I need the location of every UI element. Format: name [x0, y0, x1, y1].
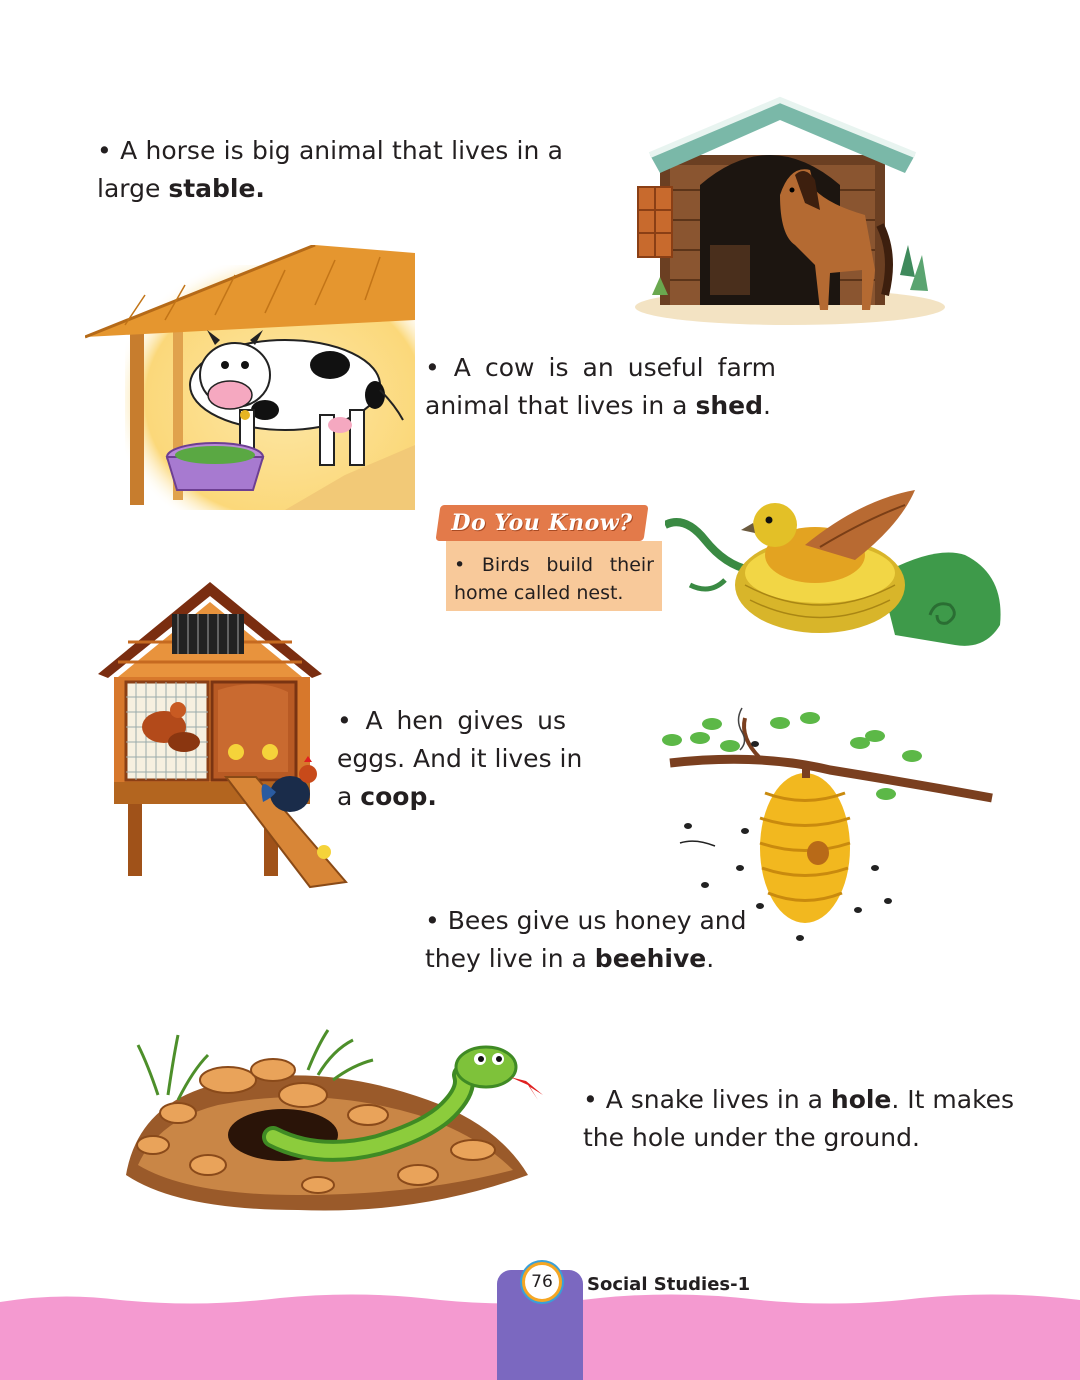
hen-paragraph: • A hen gives us eggs. And it lives in a…: [337, 702, 583, 816]
do-you-know-title: Do You Know?: [435, 505, 649, 541]
do-you-know-box: • Birds build their home called nest.: [446, 541, 662, 611]
hen-line-1: • A hen gives us: [337, 706, 566, 735]
snake-line-1: • A snake lives in a hole. It makes: [583, 1085, 1015, 1114]
cow-paragraph: • A cow is an useful farm animal that li…: [425, 349, 776, 425]
bee-paragraph: • Bees give us honey and they live in a …: [425, 902, 747, 978]
snake-hole-illustration: [126, 1029, 543, 1211]
snake-line-2: the hole under the ground.: [583, 1123, 920, 1152]
horse-line-1: • A horse is big animal that lives in a: [97, 136, 563, 165]
dyk-line-2: home called nest.: [454, 582, 624, 604]
keyword-beehive: beehive: [594, 944, 707, 973]
keyword-coop: coop.: [360, 782, 437, 811]
keyword-shed: shed: [695, 391, 763, 420]
dyk-line-1: • Birds build their: [454, 554, 654, 576]
bee-line-2: they live in a beehive.: [425, 944, 715, 973]
page-number: 76: [522, 1262, 562, 1302]
cow-line-1: • A cow is an useful farm: [425, 353, 776, 382]
cow-shed-illustration: [85, 245, 415, 510]
keyword-stable: stable.: [168, 174, 265, 203]
bird-nest-illustration: [665, 490, 1001, 646]
stable-illustration: [635, 96, 945, 325]
hen-coop-illustration: [98, 582, 348, 889]
hen-line-3: a coop.: [337, 782, 437, 811]
bee-line-1: • Bees give us honey and: [425, 906, 747, 935]
horse-line-2: large stable.: [97, 174, 265, 203]
horse-paragraph: • A horse is big animal that lives in a …: [97, 132, 563, 208]
hen-line-2: eggs. And it lives in: [337, 744, 583, 773]
book-title: Social Studies-1: [587, 1274, 751, 1295]
keyword-hole: hole: [830, 1085, 892, 1114]
snake-paragraph: • A snake lives in a hole. It makes the …: [583, 1081, 1015, 1157]
cow-line-2: animal that lives in a shed.: [425, 391, 771, 420]
